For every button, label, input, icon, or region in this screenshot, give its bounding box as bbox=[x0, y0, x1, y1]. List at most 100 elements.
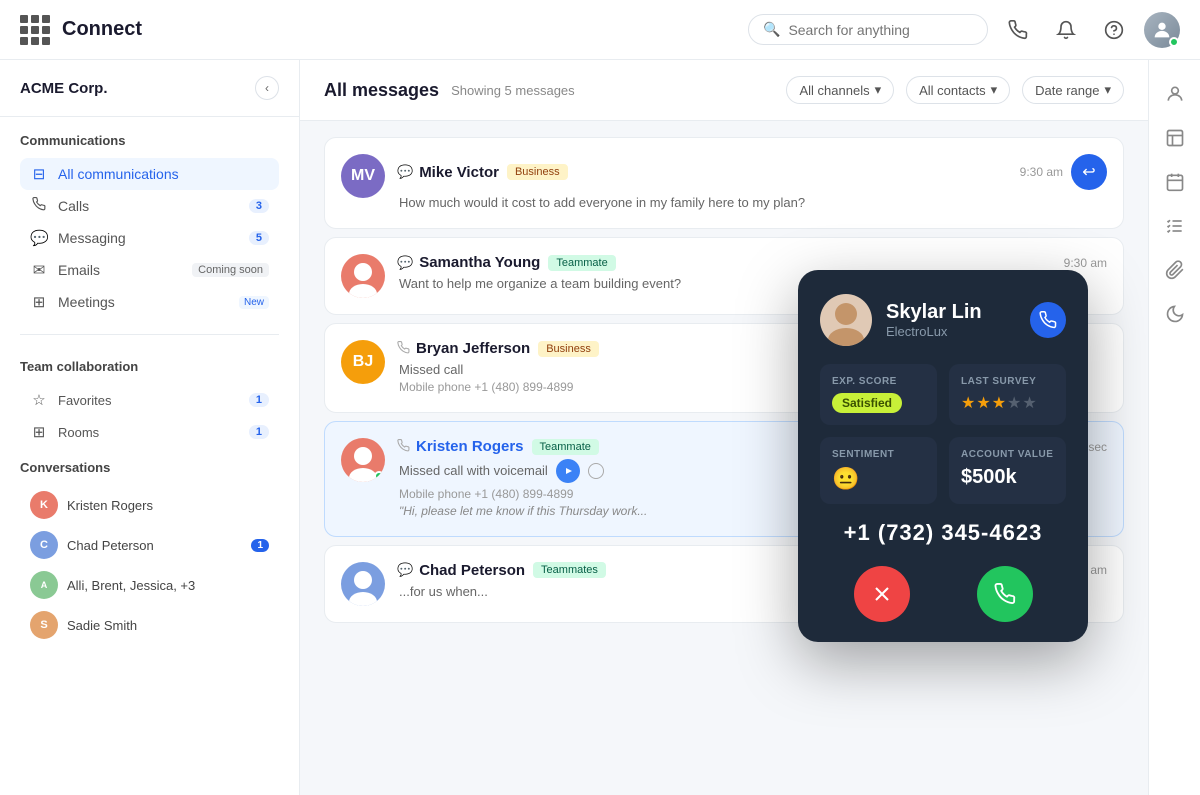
grid-menu[interactable] bbox=[20, 15, 50, 45]
chat-icon: 💬 bbox=[30, 229, 48, 247]
sentiment-stat: SENTIMENT 😐 bbox=[820, 437, 937, 504]
popup-phone-button[interactable] bbox=[1030, 302, 1066, 338]
filter-date-range[interactable]: Date range ▾ bbox=[1022, 76, 1124, 104]
exp-score-value: Satisfied bbox=[832, 393, 902, 413]
chevron-down-icon: ▾ bbox=[875, 82, 882, 98]
rail-contacts-icon[interactable] bbox=[1157, 76, 1193, 112]
emails-label: Emails bbox=[58, 262, 182, 278]
online-indicator bbox=[1169, 37, 1179, 47]
filter-all-channels[interactable]: All channels ▾ bbox=[786, 76, 894, 104]
sentiment-emoji: 😐 bbox=[832, 466, 859, 491]
rail-attachment-icon[interactable] bbox=[1157, 252, 1193, 288]
bell-icon[interactable] bbox=[1048, 12, 1084, 48]
phone-small-icon bbox=[30, 197, 48, 215]
conv-item-sadie[interactable]: S Sadie Smith bbox=[20, 605, 279, 645]
conv-item-kristen[interactable]: K Kristen Rogers bbox=[20, 485, 279, 525]
conv-avatar-kristen: K bbox=[30, 491, 58, 519]
avatar-kristen bbox=[341, 438, 385, 482]
popup-contact-name: Skylar Lin bbox=[886, 301, 982, 324]
last-survey-label: LAST SURVEY bbox=[961, 376, 1054, 387]
sidebar: ACME Corp. ‹ Communications ⊟ All commun… bbox=[0, 60, 300, 795]
messages-count: Showing 5 messages bbox=[451, 83, 575, 98]
exp-score-label: EXP. SCORE bbox=[832, 376, 925, 387]
popup-avatar bbox=[820, 294, 872, 346]
rooms-badge: 1 bbox=[249, 425, 269, 439]
communications-label: Communications bbox=[20, 133, 279, 148]
star-icon: ☆ bbox=[30, 391, 48, 409]
msg-name-samantha: Samantha Young bbox=[419, 254, 540, 271]
account-value: $500k bbox=[961, 466, 1017, 488]
conv-label-chad: Chad Peterson bbox=[67, 538, 242, 553]
chat-channel-icon-1: 💬 bbox=[397, 164, 413, 180]
accept-call-button[interactable] bbox=[977, 566, 1033, 622]
sidebar-item-calls[interactable]: Calls 3 bbox=[20, 190, 279, 222]
avatar-chad bbox=[341, 562, 385, 606]
play-icon[interactable] bbox=[556, 459, 580, 483]
msg-name-kristen: Kristen Rogers bbox=[416, 438, 524, 455]
account-value-label: ACCOUNT VALUE bbox=[961, 449, 1054, 460]
user-avatar[interactable] bbox=[1144, 12, 1180, 48]
phone-icon[interactable] bbox=[1000, 12, 1036, 48]
calls-label: Calls bbox=[58, 198, 239, 214]
msg-name-mike-victor: Mike Victor bbox=[419, 164, 499, 181]
company-name: ACME Corp. bbox=[20, 80, 108, 97]
favorites-label: Favorites bbox=[58, 393, 239, 408]
last-survey-stat: LAST SURVEY ★★★★★ bbox=[949, 364, 1066, 425]
main-layout: ACME Corp. ‹ Communications ⊟ All commun… bbox=[0, 60, 1200, 795]
sidebar-item-favorites[interactable]: ☆ Favorites 1 bbox=[20, 384, 279, 416]
msg-body-kristen: Missed call with voicemail bbox=[397, 462, 548, 480]
sentiment-label: SENTIMENT bbox=[832, 449, 925, 460]
msg-name-chad: Chad Peterson bbox=[419, 562, 525, 579]
popup-call-actions bbox=[820, 566, 1066, 622]
meetings-label: Meetings bbox=[58, 294, 229, 310]
conv-item-chad[interactable]: C Chad Peterson 1 bbox=[20, 525, 279, 565]
sidebar-header: ACME Corp. ‹ bbox=[0, 60, 299, 117]
calendar-icon: ⊞ bbox=[30, 293, 48, 311]
msg-body-mike-victor: How much would it cost to add everyone i… bbox=[397, 194, 1107, 212]
filter-all-contacts[interactable]: All contacts ▾ bbox=[906, 76, 1010, 104]
call-channel-icon-1 bbox=[397, 341, 410, 357]
sidebar-item-all-communications[interactable]: ⊟ All communications bbox=[20, 158, 279, 190]
sidebar-item-rooms[interactable]: ⊞ Rooms 1 bbox=[20, 416, 279, 448]
sidebar-item-emails[interactable]: ✉ Emails Coming soon bbox=[20, 254, 279, 286]
call-popup: Skylar Lin ElectroLux EXP. SCORE Satisfi… bbox=[798, 270, 1088, 642]
sidebar-item-meetings[interactable]: ⊞ Meetings New bbox=[20, 286, 279, 318]
search-box[interactable]: 🔍 bbox=[748, 14, 988, 45]
messages-title: All messages bbox=[324, 80, 439, 101]
reply-button-mike-victor[interactable]: ↩ bbox=[1071, 154, 1107, 190]
conv-avatar-alli: A bbox=[30, 571, 58, 599]
exp-score-stat: EXP. SCORE Satisfied bbox=[820, 364, 937, 425]
collapse-sidebar-button[interactable]: ‹ bbox=[255, 76, 279, 100]
sidebar-item-messaging[interactable]: 💬 Messaging 5 bbox=[20, 222, 279, 254]
avatar-bryan: BJ bbox=[341, 340, 385, 384]
rooms-icon: ⊞ bbox=[30, 423, 48, 441]
help-icon[interactable] bbox=[1096, 12, 1132, 48]
msg-time-mike-victor: 9:30 am bbox=[1020, 165, 1063, 179]
conv-label-alli: Alli, Brent, Jessica, +3 bbox=[67, 578, 269, 593]
conv-avatar-sadie: S bbox=[30, 611, 58, 639]
conv-item-alli[interactable]: A Alli, Brent, Jessica, +3 bbox=[20, 565, 279, 605]
popup-stats: EXP. SCORE Satisfied LAST SURVEY ★★★★★ S… bbox=[820, 364, 1066, 504]
rail-tasks-icon[interactable] bbox=[1157, 208, 1193, 244]
messaging-badge: 5 bbox=[249, 231, 269, 245]
rail-calendar-icon[interactable] bbox=[1157, 164, 1193, 200]
conversations-label: Conversations bbox=[20, 460, 279, 475]
call-channel-icon-2 bbox=[397, 439, 410, 455]
msg-time-samantha: 9:30 am bbox=[1064, 256, 1107, 270]
decline-call-button[interactable] bbox=[854, 566, 910, 622]
rail-moon-icon[interactable] bbox=[1157, 296, 1193, 332]
popup-company: ElectroLux bbox=[886, 324, 982, 339]
search-input[interactable] bbox=[788, 22, 948, 38]
popup-phone-number: +1 (732) 345-4623 bbox=[820, 520, 1066, 546]
email-icon: ✉ bbox=[30, 261, 48, 279]
search-icon: 🔍 bbox=[763, 21, 780, 38]
avatar-samantha bbox=[341, 254, 385, 298]
collab-label: Team collaboration bbox=[20, 359, 279, 374]
all-communications-label: All communications bbox=[58, 166, 269, 182]
all-channels-label: All channels bbox=[799, 83, 869, 98]
right-rail bbox=[1148, 60, 1200, 795]
meetings-new-badge: New bbox=[239, 296, 269, 309]
all-contacts-label: All contacts bbox=[919, 83, 985, 98]
rail-building-icon[interactable] bbox=[1157, 120, 1193, 156]
message-card-mike-victor[interactable]: MV 💬 Mike Victor Business 9:30 am ↩ How … bbox=[324, 137, 1124, 229]
